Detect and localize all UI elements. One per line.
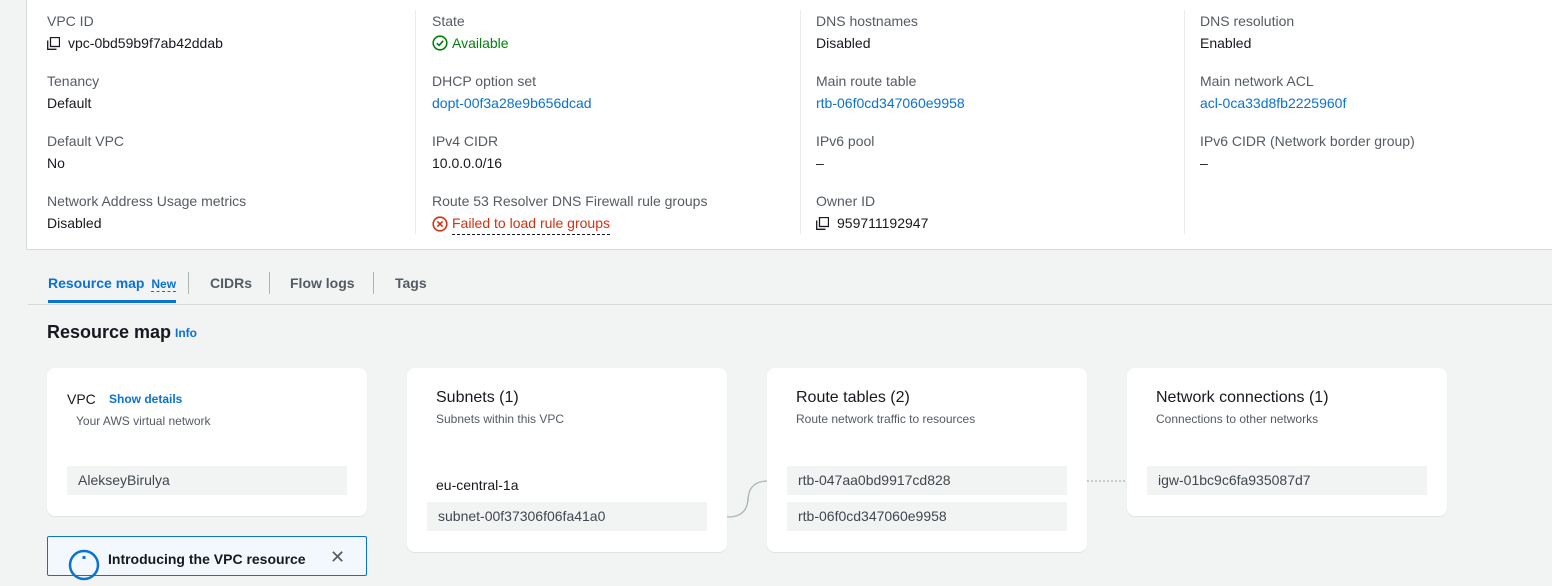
subnets-card-subtitle: Subnets within this VPC bbox=[436, 412, 565, 426]
route-table-pill[interactable]: rtb-06f0cd347060e9958 bbox=[787, 502, 1067, 531]
subnet-pill[interactable]: subnet-00f37306f06fa41a0 bbox=[427, 502, 707, 531]
banner-text: Introducing the VPC resource bbox=[108, 551, 306, 567]
route-tables-card-subtitle: Route network traffic to resources bbox=[796, 412, 976, 426]
info-banner: Introducing the VPC resource ✕ bbox=[47, 536, 367, 581]
info-icon bbox=[68, 549, 100, 586]
vpc-card-subtitle: Your AWS virtual network bbox=[76, 414, 211, 428]
show-details-link[interactable]: Show details bbox=[109, 392, 182, 406]
internet-gateway-pill[interactable]: igw-01bc9c6fa935087d7 bbox=[1147, 466, 1427, 495]
network-connections-card-subtitle: Connections to other networks bbox=[1156, 412, 1319, 426]
close-icon[interactable]: ✕ bbox=[330, 547, 345, 568]
availability-zone-label: eu-central-1a bbox=[436, 477, 519, 493]
vpc-card-title: VPC bbox=[67, 391, 96, 407]
vpc-card: VPC Show details Your AWS virtual networ… bbox=[47, 368, 367, 516]
route-tables-card-title: Route tables (2) bbox=[796, 389, 910, 406]
subnets-card-title: Subnets (1) bbox=[436, 389, 519, 406]
network-connections-card: Network connections (1) Connections to o… bbox=[1127, 368, 1447, 516]
subnets-card: Subnets (1) Subnets within this VPC eu-c… bbox=[407, 368, 727, 552]
vpc-name-pill[interactable]: AlekseyBirulya bbox=[67, 466, 347, 495]
network-connections-card-title: Network connections (1) bbox=[1156, 389, 1329, 406]
route-table-pill[interactable]: rtb-047aa0bd9917cd828 bbox=[787, 466, 1067, 495]
route-tables-card: Route tables (2) Route network traffic t… bbox=[767, 368, 1087, 552]
